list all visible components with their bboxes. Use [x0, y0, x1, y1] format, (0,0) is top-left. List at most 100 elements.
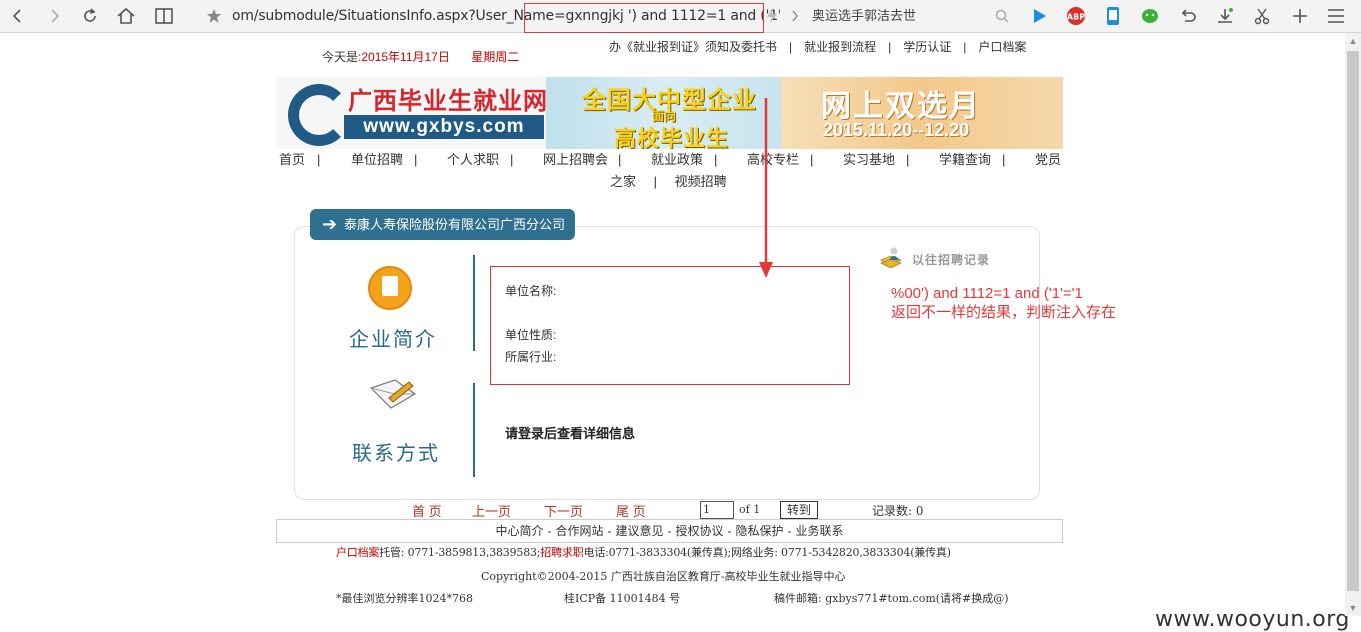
- bookmark-star-icon[interactable]: [202, 4, 226, 28]
- next-page-link[interactable]: 下一页: [544, 501, 583, 520]
- banner-enterprise-ad[interactable]: 全国大中型企业 面向 高校毕业生: [546, 77, 781, 149]
- last-page-link[interactable]: 尾 页: [616, 501, 646, 520]
- nav-student-query[interactable]: 学籍查询: [939, 149, 991, 171]
- url-injection-highlight: [524, 3, 764, 33]
- login-hint: 请登录后查看详细信息: [505, 426, 636, 441]
- footer-links: 中心简介 - 合作网站 - 建议意见 - 授权协议 - 隐私保护 - 业务联系: [276, 519, 1063, 543]
- annotation-arrow: [759, 98, 773, 278]
- nav-policy[interactable]: 就业政策: [651, 149, 703, 171]
- copyright: Copyright©2004-2015 广西壮族自治区教育厅-高校毕业生就业指导…: [481, 570, 846, 583]
- svg-text:ABP: ABP: [1067, 13, 1085, 22]
- banner-mid-line3: 高校毕业生: [614, 126, 730, 149]
- footer-link-license[interactable]: 授权协议: [676, 524, 724, 538]
- vertical-divider: [473, 383, 475, 477]
- history-records-link[interactable]: 以往招聘记录: [912, 251, 990, 268]
- field-company-name: 单位名称:: [505, 284, 557, 298]
- separator: |: [510, 152, 514, 167]
- banner-online-fair-ad[interactable]: 网上双选月 2015.11.20--12.20: [781, 77, 1063, 149]
- scroll-thumb[interactable]: [1347, 51, 1359, 591]
- vertical-scrollbar[interactable]: ▲ ▼: [1345, 33, 1361, 616]
- logo-g-icon: [288, 84, 350, 146]
- company-intro-label[interactable]: 企业简介: [349, 323, 437, 352]
- footer-link-partners[interactable]: 合作网站: [555, 524, 603, 538]
- footer-link-feedback[interactable]: 建议意见: [615, 524, 663, 538]
- search-input[interactable]: 奥运选手郭洁去世: [812, 4, 1012, 28]
- date-line: 今天是:2015年11月17日 星期周二: [322, 48, 519, 65]
- field-company-type: 单位性质:: [505, 328, 557, 342]
- pagination: 首 页 上一页 下一页 尾 页 1 of 1 转到 记录数: 0: [276, 500, 1063, 520]
- site-name[interactable]: 广西毕业生就业网: [348, 81, 548, 116]
- nav-party-home-start[interactable]: 党员: [1035, 149, 1061, 171]
- nav-home[interactable]: 首页: [279, 149, 305, 171]
- separator: -: [787, 524, 792, 538]
- site-banner: 广西毕业生就业网 www.gxbys.com 全国大中型企业 面向 高校毕业生 …: [276, 77, 1063, 149]
- banner-right-line1: 网上双选月: [821, 90, 981, 123]
- separator: -: [727, 524, 732, 538]
- footer-contact: 户口档案托管: 0771-3859813,3839583;招聘求职电话:0771…: [336, 544, 951, 560]
- separator: |: [963, 40, 967, 54]
- play-extension-icon[interactable]: [1028, 4, 1052, 28]
- first-page-link[interactable]: 首 页: [412, 501, 442, 520]
- wechat-icon[interactable]: [1138, 4, 1162, 28]
- icp-number[interactable]: 桂ICP备 11001484 号: [564, 590, 680, 606]
- annotation-note: 返回不一样的结果，判断注入存在: [891, 304, 1117, 321]
- injection-annotation: %00') and 1112=1 and ('1'='1 返回不一样的结果，判断…: [891, 284, 1116, 322]
- banner-right-line2: 2015.11.20--12.20: [823, 120, 970, 140]
- undo-icon[interactable]: [1176, 4, 1200, 28]
- nav-internship[interactable]: 实习基地: [843, 149, 895, 171]
- top-link-process[interactable]: 就业报到流程: [804, 40, 876, 54]
- nav-job-seeking[interactable]: 个人求职: [447, 149, 499, 171]
- submission-email: 稿件邮箱: gxbys771#tom.com(请将#换成@): [774, 592, 1009, 605]
- reload-icon[interactable]: [78, 4, 102, 28]
- annotation-payload: %00') and 1112=1 and ('1'='1: [891, 285, 1083, 302]
- history-book-icon: [880, 247, 902, 268]
- scroll-down-icon[interactable]: ▼: [1345, 600, 1361, 616]
- download-icon[interactable]: [1213, 4, 1237, 28]
- site-url[interactable]: www.gxbys.com: [344, 115, 544, 139]
- forward-icon[interactable]: [42, 4, 66, 28]
- hukou-phone: 托管: 0771-3859813,3839583;: [379, 546, 541, 559]
- site-container: 今天是:2015年11月17日 星期周二 办《就业报到证》须知及委托书 | 就业报到…: [276, 33, 1116, 616]
- lightning-icon[interactable]: [760, 4, 784, 28]
- watermark: www.wooyun.org: [1155, 607, 1350, 632]
- separator: |: [618, 152, 622, 167]
- search-icon[interactable]: [990, 4, 1014, 28]
- contact-label[interactable]: 联系方式: [352, 437, 440, 466]
- chevron-right-icon[interactable]: [783, 4, 807, 28]
- nav-company-jobs[interactable]: 单位招聘: [351, 149, 403, 171]
- arrow-right-icon: ➔: [322, 214, 338, 234]
- browser-toolbar: om/submodule/SituationsInfo.aspx?User_Na…: [0, 0, 1361, 33]
- footer-link-about[interactable]: 中心简介: [495, 524, 543, 538]
- separator: |: [789, 40, 793, 54]
- menu-icon[interactable]: [1324, 4, 1348, 28]
- separator: |: [1002, 152, 1006, 167]
- back-icon[interactable]: [6, 4, 30, 28]
- job-label[interactable]: 招聘求职: [540, 546, 583, 559]
- nav-party-home[interactable]: 之家: [610, 174, 636, 189]
- separator: |: [414, 152, 418, 167]
- reader-icon[interactable]: [152, 4, 176, 28]
- page-number-input[interactable]: 1: [700, 501, 734, 519]
- nav-online-fair[interactable]: 网上招聘会: [543, 149, 608, 171]
- top-link-hukou[interactable]: 户口档案: [978, 40, 1026, 54]
- home-icon[interactable]: [114, 4, 138, 28]
- top-link-degree[interactable]: 学历认证: [903, 40, 951, 54]
- footer-link-contact[interactable]: 业务联系: [796, 524, 844, 538]
- adblock-icon[interactable]: ABP: [1064, 4, 1088, 28]
- goto-page-button[interactable]: 转到: [780, 501, 818, 519]
- separator: |: [810, 152, 814, 167]
- web-page: 今天是:2015年11月17日 星期周二 办《就业报到证》须知及委托书 | 就业报到…: [0, 33, 1349, 632]
- scissors-icon[interactable]: [1250, 4, 1274, 28]
- nav-video-jobs[interactable]: 视频招聘: [675, 174, 727, 189]
- hukou-label[interactable]: 户口档案: [336, 546, 379, 559]
- footer-link-privacy[interactable]: 隐私保护: [736, 524, 784, 538]
- separator: |: [906, 152, 910, 167]
- top-link-notice[interactable]: 办《就业报到证》须知及委托书: [609, 40, 777, 54]
- new-tab-plus-icon[interactable]: [1288, 4, 1312, 28]
- scroll-up-icon[interactable]: ▲: [1345, 33, 1361, 49]
- phone-icon[interactable]: [1101, 4, 1125, 28]
- prev-page-link[interactable]: 上一页: [472, 501, 511, 520]
- separator: |: [653, 174, 658, 189]
- separator: |: [888, 40, 892, 54]
- page-total: of 1: [739, 503, 761, 516]
